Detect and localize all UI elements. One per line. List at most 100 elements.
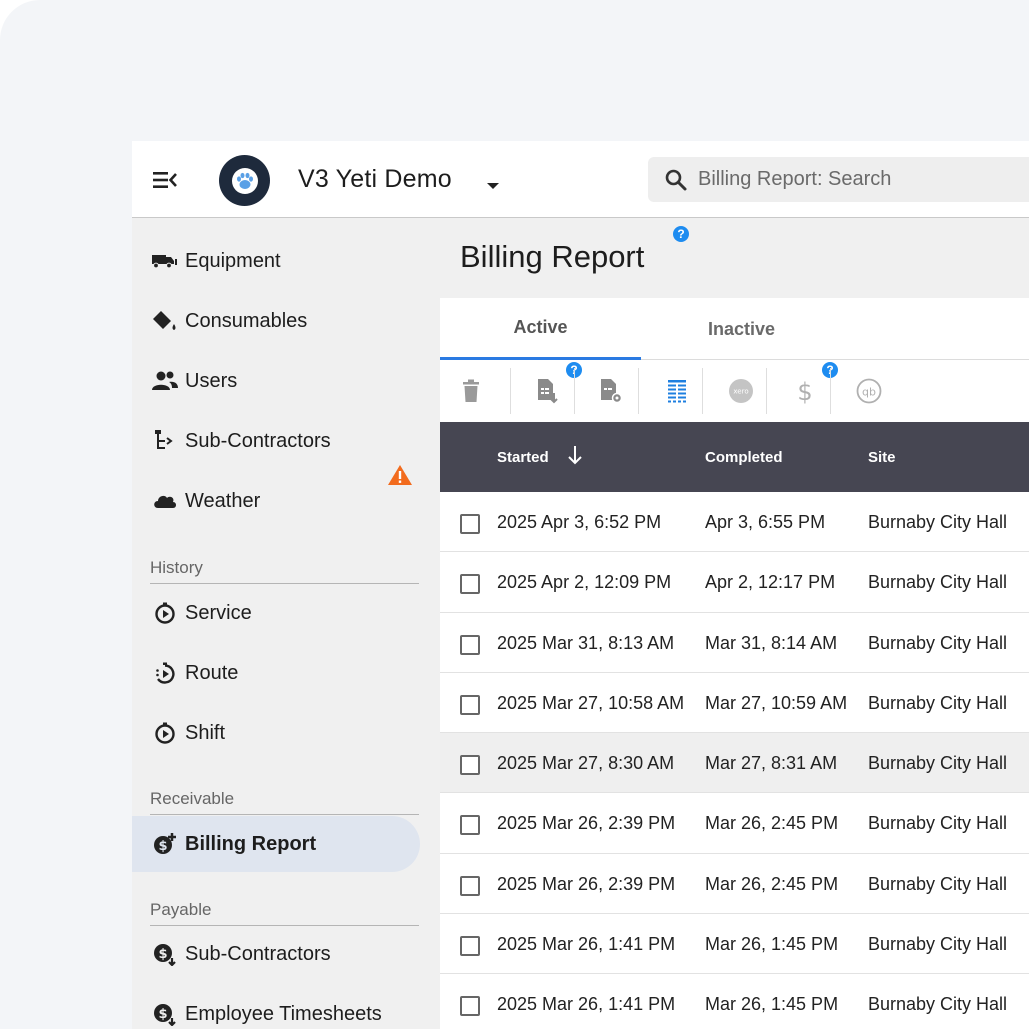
cell-site: Burnaby City Hall (868, 632, 1008, 653)
quickbooks-icon[interactable]: qb (848, 370, 890, 412)
table-row[interactable]: 2025 Mar 26, 2:39 PM Mar 26, 2:45 PM Bur… (440, 853, 1029, 915)
cell-started: 2025 Mar 26, 2:39 PM (497, 873, 676, 894)
table-row[interactable]: 2025 Mar 31, 8:13 AM Mar 31, 8:14 AM Bur… (440, 612, 1029, 673)
section-history: History (150, 558, 419, 584)
billing-icon: $ (152, 832, 178, 856)
table-row[interactable]: 2025 Mar 27, 10:58 AM Mar 27, 10:59 AM B… (440, 672, 1029, 734)
row-checkbox[interactable] (460, 514, 480, 534)
table-body: 2025 Apr 3, 6:52 PM Apr 3, 6:55 PM Burna… (440, 492, 1029, 1029)
cell-started: 2025 Mar 26, 2:39 PM (497, 813, 676, 834)
cell-completed: Mar 26, 1:45 PM (705, 994, 839, 1015)
sidebar-item-label: Weather (185, 489, 261, 512)
arrow-down-icon[interactable] (567, 445, 583, 469)
sidebar-item-label: Route (185, 661, 239, 684)
truck-icon (152, 249, 178, 273)
row-checkbox[interactable] (460, 634, 480, 655)
sidebar-item-users[interactable]: Users (132, 353, 420, 409)
table-row[interactable]: 2025 Mar 26, 1:41 PM Mar 26, 1:45 PM Bur… (440, 974, 1029, 1029)
sidebar-item-payable-sub-contractors[interactable]: $ Sub-Contractors (132, 926, 420, 982)
sidebar-item-label: Service (185, 601, 252, 624)
route-timer-icon (152, 661, 178, 685)
payable-icon: $ (152, 1002, 178, 1026)
sidebar-item-weather[interactable]: Weather (132, 473, 420, 529)
sidebar-item-sub-contractors[interactable]: Sub-Contractors (132, 413, 420, 469)
sidebar-item-label: Consumables (185, 309, 308, 332)
table-row[interactable]: 2025 Apr 2, 12:09 PM Apr 2, 12:17 PM Bur… (440, 552, 1029, 613)
column-header-completed[interactable]: Completed (705, 422, 783, 492)
column-header-started[interactable]: Started (497, 422, 583, 492)
export-file-icon[interactable] (526, 370, 568, 412)
toolbar-divider (638, 368, 639, 414)
cell-completed: Mar 26, 2:45 PM (705, 873, 839, 894)
timer-icon (152, 721, 178, 745)
table-row[interactable]: 2025 Mar 26, 2:39 PM Mar 26, 2:45 PM Bur… (440, 793, 1029, 854)
cell-site: Burnaby City Hall (868, 753, 1008, 774)
cell-site: Burnaby City Hall (868, 512, 1008, 532)
cell-completed: Mar 27, 8:31 AM (705, 753, 838, 774)
org-name[interactable]: V3 Yeti Demo (298, 165, 452, 194)
xero-icon[interactable]: xero (720, 370, 762, 412)
svg-text:xero: xero (733, 388, 748, 396)
cell-site: Burnaby City Hall (868, 692, 1008, 713)
file-settings-icon[interactable] (590, 370, 632, 412)
sidebar-item-shift[interactable]: Shift (132, 705, 420, 761)
page-title: Billing Report (460, 239, 645, 274)
row-checkbox[interactable] (460, 574, 480, 595)
table-row[interactable]: 2025 Apr 3, 6:52 PM Apr 3, 6:55 PM Burna… (440, 492, 1029, 553)
cell-site: Burnaby City Hall (868, 572, 1008, 593)
sidebar-item-equipment[interactable]: Equipment (132, 233, 420, 289)
sidebar: Equipment Consumables Users Sub-Contract… (132, 219, 440, 1029)
columns-icon[interactable] (656, 370, 698, 412)
chevron-down-icon[interactable] (486, 177, 500, 195)
cell-started: 2025 Apr 3, 6:52 PM (497, 512, 662, 532)
cell-started: 2025 Mar 26, 1:41 PM (497, 994, 676, 1015)
sidebar-item-label: Sub-Contractors (185, 429, 331, 452)
toolbar-divider (574, 368, 575, 414)
sidebar-item-service[interactable]: Service (132, 585, 420, 641)
sidebar-item-employee-timesheets[interactable]: $ Employee Timesheets (132, 986, 420, 1029)
org-logo[interactable] (219, 155, 270, 206)
dollar-icon[interactable]: $ (784, 370, 826, 412)
paw-icon (231, 167, 258, 194)
row-checkbox[interactable] (460, 755, 480, 776)
sidebar-item-route[interactable]: Route (132, 645, 420, 701)
row-checkbox[interactable] (460, 875, 480, 896)
table-row[interactable]: 2025 Mar 26, 1:41 PM Mar 26, 1:45 PM Bur… (440, 914, 1029, 975)
cell-site: Burnaby City Hall (868, 994, 1008, 1015)
report-card: Active Inactive ? (440, 298, 1029, 1029)
row-checkbox[interactable] (460, 936, 480, 957)
tab-active[interactable]: Active (440, 298, 641, 360)
toolbar-divider (830, 368, 831, 414)
cell-started: 2025 Apr 2, 12:09 PM (497, 572, 672, 593)
menu-collapse-icon[interactable] (152, 169, 178, 191)
app-window: V3 Yeti Demo Billing Report: Search Equi… (132, 141, 1029, 1029)
tabs: Active Inactive (440, 298, 1029, 360)
cell-started: 2025 Mar 26, 1:41 PM (497, 934, 676, 955)
help-icon[interactable]: ? (673, 226, 689, 242)
svg-text:$: $ (158, 1007, 167, 1022)
sidebar-item-billing-report[interactable]: $ Billing Report (132, 816, 420, 872)
cell-started: 2025 Mar 31, 8:13 AM (497, 632, 675, 653)
row-checkbox[interactable] (460, 996, 480, 1017)
table-header: Started Completed Site (440, 422, 1029, 492)
sidebar-item-label: Users (185, 369, 238, 392)
search-input[interactable] (698, 157, 1029, 202)
search-icon (664, 168, 688, 197)
sidebar-item-consumables[interactable]: Consumables (132, 293, 420, 349)
row-checkbox[interactable] (460, 815, 480, 836)
svg-text:$: $ (158, 947, 167, 962)
cell-site: Burnaby City Hall (868, 934, 1008, 955)
sidebar-item-label: Sub-Contractors (185, 942, 331, 965)
users-icon (152, 369, 178, 393)
column-header-site[interactable]: Site (868, 422, 896, 492)
cell-started: 2025 Mar 27, 10:58 AM (497, 692, 685, 713)
search-box[interactable] (648, 157, 1029, 202)
tab-inactive[interactable]: Inactive (641, 298, 842, 360)
trash-icon[interactable] (450, 370, 492, 412)
svg-text:$: $ (797, 378, 812, 404)
svg-text:$: $ (158, 839, 167, 854)
sidebar-item-label: Equipment (185, 249, 281, 272)
row-checkbox[interactable] (460, 694, 480, 715)
table-row[interactable]: 2025 Mar 27, 8:30 AM Mar 27, 8:31 AM Bur… (440, 733, 1029, 794)
top-bar: V3 Yeti Demo (132, 141, 1029, 218)
